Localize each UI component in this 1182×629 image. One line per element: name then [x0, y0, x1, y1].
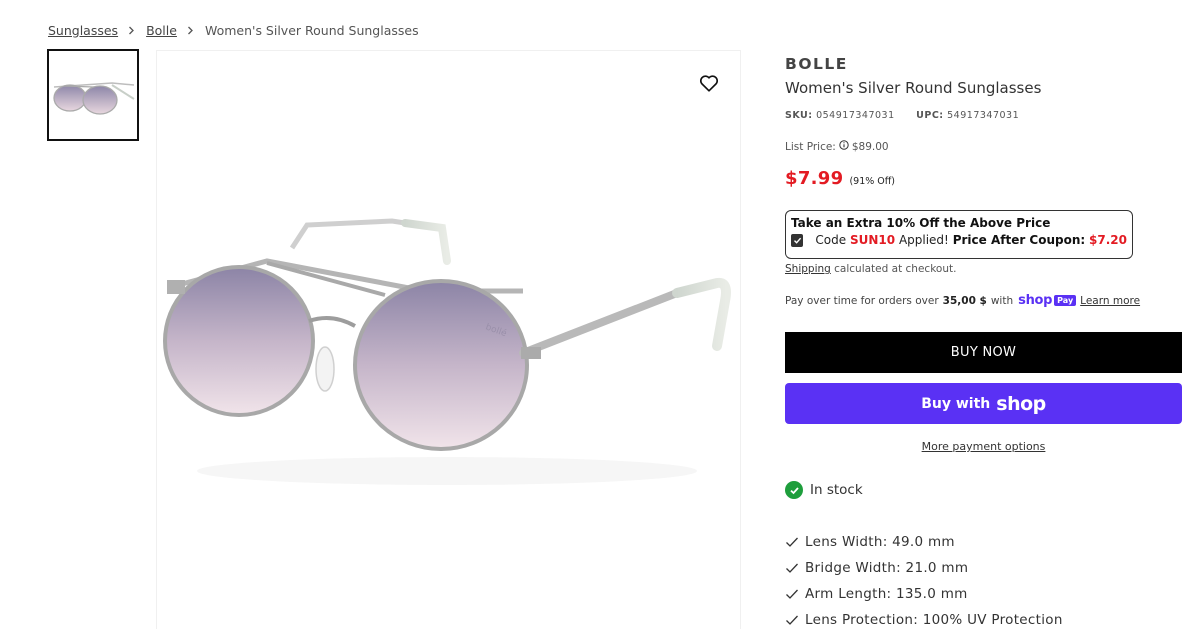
coupon-after-label: Price After Coupon:	[952, 233, 1086, 247]
chevron-right-icon	[128, 26, 135, 35]
coupon-box: Take an Extra 10% Off the Above Price Co…	[785, 210, 1133, 259]
sale-price: $7.99	[785, 168, 844, 189]
breadcrumb-link-sunglasses[interactable]: Sunglasses	[48, 23, 118, 38]
product-thumbnail[interactable]	[47, 49, 139, 141]
shipping-text: calculated at checkout.	[834, 263, 957, 275]
info-icon[interactable]	[839, 140, 849, 153]
spec-text: Bridge Width: 21.0 mm	[805, 560, 969, 576]
stock-status: In stock	[785, 481, 863, 499]
learn-more-link[interactable]: Learn more	[1080, 295, 1140, 307]
more-payment-options: More payment options	[785, 440, 1182, 453]
shop-logo-text: shop	[996, 392, 1046, 415]
price-row: $7.99 (91% Off)	[785, 168, 895, 189]
buy-with-label: Buy with	[921, 395, 991, 412]
stock-label: In stock	[810, 482, 863, 498]
spec-item: Arm Length: 135.0 mm	[785, 581, 1063, 607]
coupon-after-price: $7.20	[1089, 233, 1127, 247]
list-price: List Price: $89.00	[785, 140, 889, 153]
more-payment-options-link[interactable]: More payment options	[922, 440, 1046, 453]
upc-label: UPC:	[916, 110, 944, 121]
check-circle-icon	[785, 481, 803, 499]
product-codes: SKU: 054917347031 UPC: 54917347031	[785, 110, 1019, 121]
wishlist-heart-icon[interactable]	[698, 72, 720, 94]
coupon-title: Take an Extra 10% Off the Above Price	[791, 216, 1051, 230]
installments-amount: 35,00 $	[942, 294, 987, 307]
list-price-label: List Price:	[785, 140, 836, 153]
product-main-image: bollé	[156, 50, 741, 629]
check-icon	[786, 589, 798, 599]
spec-text: Lens Width: 49.0 mm	[805, 534, 955, 550]
sunglasses-image: bollé	[163, 218, 731, 485]
buy-now-button[interactable]: BUY NOW	[785, 332, 1182, 373]
spec-item: Lens Width: 49.0 mm	[785, 529, 1063, 555]
upc-value: 54917347031	[947, 110, 1020, 121]
coupon-code: SUN10	[849, 233, 896, 247]
shipping-note: Shipping calculated at checkout.	[785, 263, 956, 275]
buy-with-shop-button[interactable]: Buy with shop	[785, 383, 1182, 424]
coupon-checkbox[interactable]	[791, 233, 804, 247]
shop-pay-badge: Pay	[1054, 295, 1077, 306]
spec-text: Arm Length: 135.0 mm	[805, 586, 968, 602]
check-icon	[786, 563, 798, 573]
sku-label: SKU:	[785, 110, 813, 121]
coupon-row: Code SUN10 Applied! Price After Coupon: …	[791, 233, 1127, 247]
installments-prefix: Pay over time for orders over	[785, 294, 939, 307]
discount-percent: (91% Off)	[849, 176, 896, 187]
installments-with: with	[990, 294, 1014, 307]
breadcrumb-link-bolle[interactable]: Bolle	[146, 23, 177, 38]
coupon-code-prefix: Code	[815, 233, 847, 247]
spec-item: Lens Protection: 100% UV Protection	[785, 607, 1063, 629]
check-icon	[786, 537, 798, 547]
spec-item: Bridge Width: 21.0 mm	[785, 555, 1063, 581]
sunglasses-thumbnail-image	[53, 82, 135, 115]
sku-value: 054917347031	[816, 110, 895, 121]
shop-pay-logo-icon: shop Pay	[1018, 293, 1077, 308]
product-brand: BOLLE	[785, 55, 848, 73]
installments-note: Pay over time for orders over 35,00 $ wi…	[785, 293, 1140, 308]
check-icon	[793, 237, 801, 244]
breadcrumb: Sunglasses Bolle Women's Silver Round Su…	[48, 23, 419, 38]
coupon-applied: Applied!	[898, 233, 949, 247]
spec-list: Lens Width: 49.0 mm Bridge Width: 21.0 m…	[785, 529, 1063, 629]
product-title: Women's Silver Round Sunglasses	[785, 79, 1042, 97]
shipping-link[interactable]: Shipping	[785, 263, 831, 275]
spec-text: Lens Protection: 100% UV Protection	[805, 612, 1063, 628]
shop-pay-shop-word: shop	[1018, 293, 1053, 308]
breadcrumb-current: Women's Silver Round Sunglasses	[204, 23, 419, 38]
chevron-right-icon	[187, 26, 194, 35]
list-price-value: $89.00	[851, 140, 889, 153]
check-icon	[786, 615, 798, 625]
